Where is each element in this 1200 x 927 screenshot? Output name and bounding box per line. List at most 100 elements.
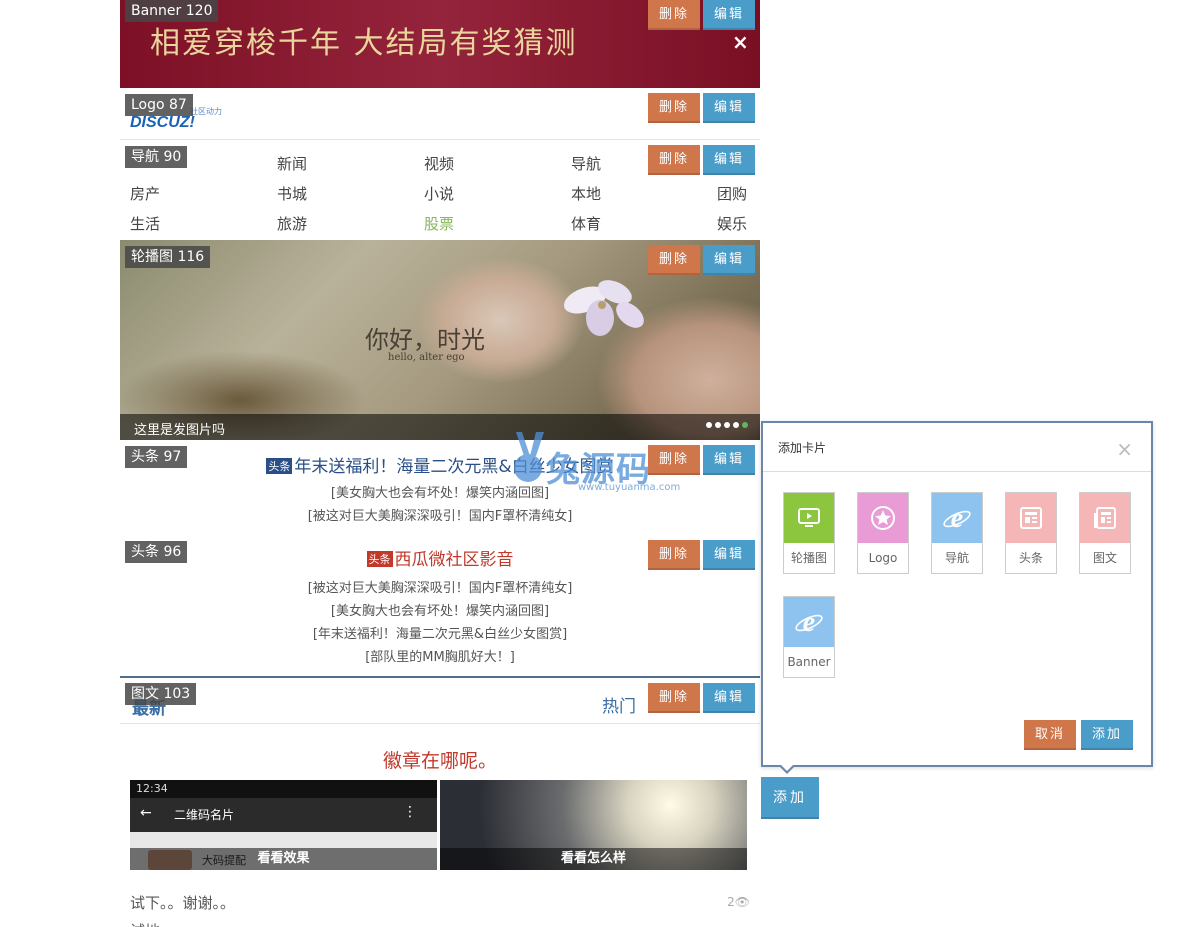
card-type-label: 头条 bbox=[1018, 551, 1043, 565]
post-title[interactable]: 试下。。谢谢。。 bbox=[130, 892, 235, 913]
view-count-value: 2 bbox=[727, 895, 735, 909]
delete-button[interactable]: 删除 bbox=[648, 245, 700, 275]
pagination-dot[interactable] bbox=[742, 422, 748, 428]
headline-badge: 头条 bbox=[266, 458, 293, 474]
view-count: 2👁 bbox=[727, 895, 750, 909]
pagination-dot[interactable] bbox=[706, 422, 712, 428]
card-type-tile[interactable]: e 导航 bbox=[931, 492, 983, 574]
tuwen-tag: 图文 103 bbox=[125, 683, 197, 705]
phone-body bbox=[130, 832, 437, 848]
delete-button[interactable]: 删除 bbox=[648, 0, 700, 30]
nav-item[interactable]: 新闻 bbox=[277, 153, 307, 174]
edit-button[interactable]: 编辑 bbox=[703, 145, 755, 175]
nav-item[interactable]: 本地 bbox=[571, 183, 601, 204]
headline-tag: 头条 96 bbox=[125, 541, 188, 563]
rabbit-logo-icon bbox=[514, 432, 544, 482]
edit-button[interactable]: 编辑 bbox=[703, 540, 755, 570]
banner-text: 相爱穿梭千年 大结局有奖猜测 bbox=[150, 26, 578, 61]
tuwen-card: 最新 热门 图文 103 徽章在哪呢。 12:34 ← 二维码名片 ⋮ 大码提配… bbox=[120, 676, 760, 927]
delete-button[interactable]: 删除 bbox=[648, 145, 700, 175]
watermark-url: www.tuyuanma.com bbox=[578, 482, 681, 493]
headline-tag: 头条 97 bbox=[125, 446, 188, 468]
card-type-label: Logo bbox=[868, 551, 898, 565]
headline-item[interactable]: [部队里的MM胸肌好大！] bbox=[120, 646, 760, 665]
thumbnail-caption: 看看怎么样 bbox=[440, 848, 747, 870]
thumbnail-caption: 看看效果 bbox=[130, 848, 437, 870]
dialog-header: 添加卡片 × bbox=[763, 423, 1151, 472]
card-type-tile[interactable]: 轮播图 bbox=[783, 492, 835, 574]
play-screen-icon bbox=[784, 493, 834, 543]
card-type-label: 导航 bbox=[944, 551, 969, 565]
edit-button[interactable]: 编辑 bbox=[703, 245, 755, 275]
close-icon[interactable]: × bbox=[732, 30, 749, 54]
close-icon[interactable]: × bbox=[1116, 437, 1133, 461]
card-type-tile[interactable]: e Banner bbox=[783, 596, 835, 678]
tuwen-title[interactable]: 徽章在哪呢。 bbox=[120, 746, 760, 773]
newspaper-icon bbox=[1080, 493, 1130, 543]
nav-item[interactable]: 团购 bbox=[717, 183, 747, 204]
thumbnail-1[interactable]: 12:34 ← 二维码名片 ⋮ 大码提配 看看效果 bbox=[130, 780, 437, 870]
pagination-dot[interactable] bbox=[733, 422, 739, 428]
headline-item[interactable]: [美女胸大也会有坏处！爆笑内涵回图] bbox=[120, 600, 760, 619]
cancel-button[interactable]: 取消 bbox=[1024, 720, 1076, 750]
post-title[interactable]: 试地 bbox=[130, 920, 160, 927]
card-type-label: 轮播图 bbox=[790, 551, 827, 565]
nav-item[interactable]: 书城 bbox=[277, 183, 307, 204]
slide-overlay-subtitle: hello, alter ego bbox=[388, 352, 465, 363]
phone-header: ← 二维码名片 ⋮ bbox=[130, 798, 437, 832]
svg-text:e: e bbox=[951, 503, 963, 533]
headline-badge: 头条 bbox=[366, 551, 393, 567]
pagination-dots[interactable] bbox=[706, 422, 748, 428]
banner-card: Banner 120 相爱穿梭千年 大结局有奖猜测 × 删除 编辑 bbox=[120, 0, 760, 88]
nav-item[interactable]: 房产 bbox=[130, 183, 160, 204]
headline-title: 西瓜微社区影音 bbox=[394, 550, 514, 570]
slide-overlay-title: 你好，时光 bbox=[365, 326, 485, 354]
flower-image bbox=[563, 280, 644, 336]
nav-item[interactable]: 体育 bbox=[571, 213, 601, 234]
pagination-dot[interactable] bbox=[724, 422, 730, 428]
tab-hot[interactable]: 热门 bbox=[602, 692, 636, 717]
delete-button[interactable]: 删除 bbox=[648, 93, 700, 123]
carousel-tag: 轮播图 116 bbox=[125, 246, 211, 268]
nav-item[interactable]: 视频 bbox=[424, 153, 454, 174]
slide-caption: 这里是发图片吗 bbox=[134, 423, 226, 438]
eye-icon: 👁 bbox=[734, 895, 750, 909]
banner-tag: Banner 120 bbox=[125, 0, 219, 22]
card-type-tile[interactable]: 头条 bbox=[1005, 492, 1057, 574]
logo-tag: Logo 87 bbox=[125, 94, 193, 116]
nav-item[interactable]: 导航 bbox=[571, 153, 601, 174]
add-confirm-button[interactable]: 添加 bbox=[1081, 720, 1133, 750]
card-type-label: 图文 bbox=[1092, 551, 1117, 565]
nav-item[interactable]: 股票 bbox=[424, 213, 454, 234]
phone-status-time: 12:34 bbox=[136, 782, 168, 795]
nav-item[interactable]: 生活 bbox=[130, 213, 160, 234]
delete-button[interactable]: 删除 bbox=[648, 445, 700, 475]
add-card-dialog: 添加卡片 × 轮播图 Logo e 导航 头条 图文 e Banner 取消 添加 bbox=[761, 421, 1153, 774]
headline-item[interactable]: [被这对巨大美胸深深吸引！国内F罩杯清纯女] bbox=[120, 577, 760, 596]
add-card-button[interactable]: 添加 bbox=[761, 777, 819, 819]
thumbnail-2[interactable]: 看看怎么样 bbox=[440, 780, 747, 870]
phone-header-title: 二维码名片 bbox=[174, 808, 235, 822]
logo-card: Logo 87 社区动力 DISCUZ! 删除 编辑 bbox=[120, 88, 760, 140]
nav-item[interactable]: 旅游 bbox=[277, 213, 307, 234]
nav-item[interactable]: 小说 bbox=[424, 183, 454, 204]
star-icon bbox=[858, 493, 908, 543]
edit-button[interactable]: 编辑 bbox=[703, 445, 755, 475]
delete-button[interactable]: 删除 bbox=[648, 683, 700, 713]
ie-icon: e bbox=[932, 493, 982, 543]
edit-button[interactable]: 编辑 bbox=[703, 0, 755, 30]
nav-tag: 导航 90 bbox=[125, 146, 188, 168]
card-type-tile[interactable]: 图文 bbox=[1079, 492, 1131, 574]
headline-item[interactable]: [年末送福利！海量二次元黑&白丝少女图赏] bbox=[120, 623, 760, 642]
more-icon: ⋮ bbox=[403, 804, 417, 820]
card-type-tile[interactable]: Logo bbox=[857, 492, 909, 574]
edit-button[interactable]: 编辑 bbox=[703, 93, 755, 123]
headline-card: 头条 96 头条 西瓜微社区影音 [被这对巨大美胸深深吸引！国内F罩杯清纯女] [… bbox=[120, 535, 760, 675]
delete-button[interactable]: 删除 bbox=[648, 540, 700, 570]
edit-button[interactable]: 编辑 bbox=[703, 683, 755, 713]
news-icon bbox=[1006, 493, 1056, 543]
carousel-card[interactable]: 轮播图 116 你好，时光 hello, alter ego 这里是发图片吗 删… bbox=[120, 240, 760, 440]
headline-item[interactable]: [被这对巨大美胸深深吸引！国内F罩杯清纯女] bbox=[120, 505, 760, 524]
nav-item[interactable]: 娱乐 bbox=[717, 213, 747, 234]
pagination-dot[interactable] bbox=[715, 422, 721, 428]
